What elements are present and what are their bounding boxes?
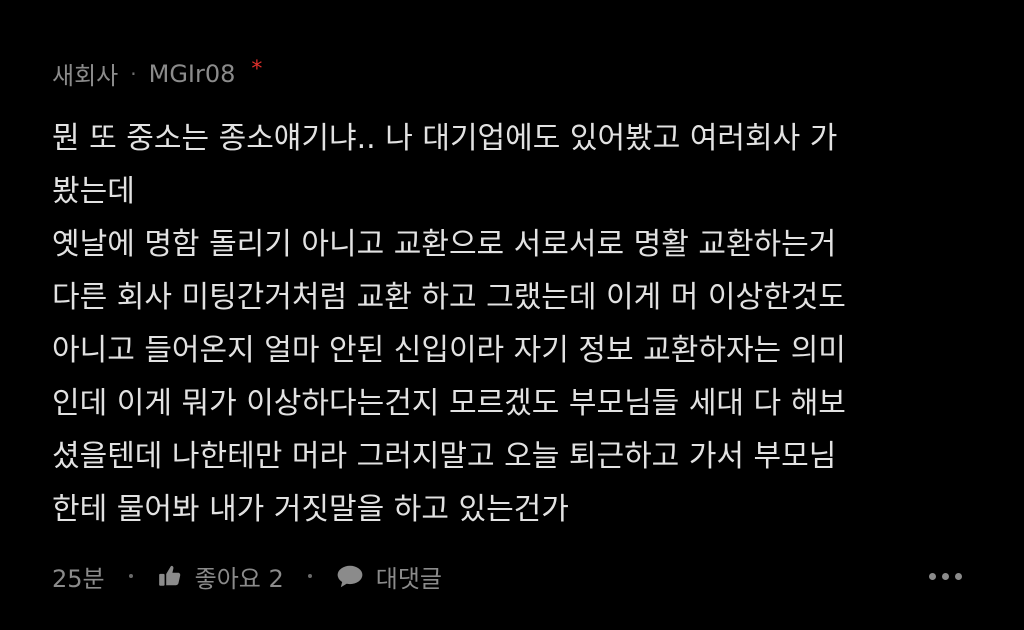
meta-separator: · [130, 61, 137, 86]
like-button[interactable]: 좋아요 2 [157, 559, 284, 594]
comment-body: 뭔 또 중소는 종소얘기냐.. 나 대기업에도 있어봤고 여러회사 가 봤는데 … [52, 121, 846, 527]
more-dot [942, 572, 949, 580]
more-dot [955, 572, 962, 580]
company-name: 새회사 [52, 62, 119, 90]
reply-label: 대댓글 [375, 564, 443, 593]
footer-separator [128, 574, 133, 578]
author-badge: * [251, 57, 263, 82]
comment: 새회사 · MGIr08 * 뭔 또 중소는 종소얘기냐.. 나 대기업에도 있… [0, 0, 1024, 630]
footer-separator [307, 574, 312, 578]
comment-footer: 25분 좋아요 2 대댓글 [52, 556, 962, 596]
like-count-label: 좋아요 2 [194, 564, 284, 593]
reply-button[interactable]: 대댓글 [336, 559, 442, 594]
author-name[interactable]: MGIr08 [149, 60, 236, 88]
comment-time: 25분 [52, 564, 105, 593]
more-dot [929, 572, 936, 580]
comment-meta: 새회사 · MGIr08 * [52, 56, 262, 91]
more-options-icon[interactable] [921, 565, 962, 588]
thumbs-up-icon [158, 565, 180, 586]
speech-bubble-icon [337, 565, 363, 588]
